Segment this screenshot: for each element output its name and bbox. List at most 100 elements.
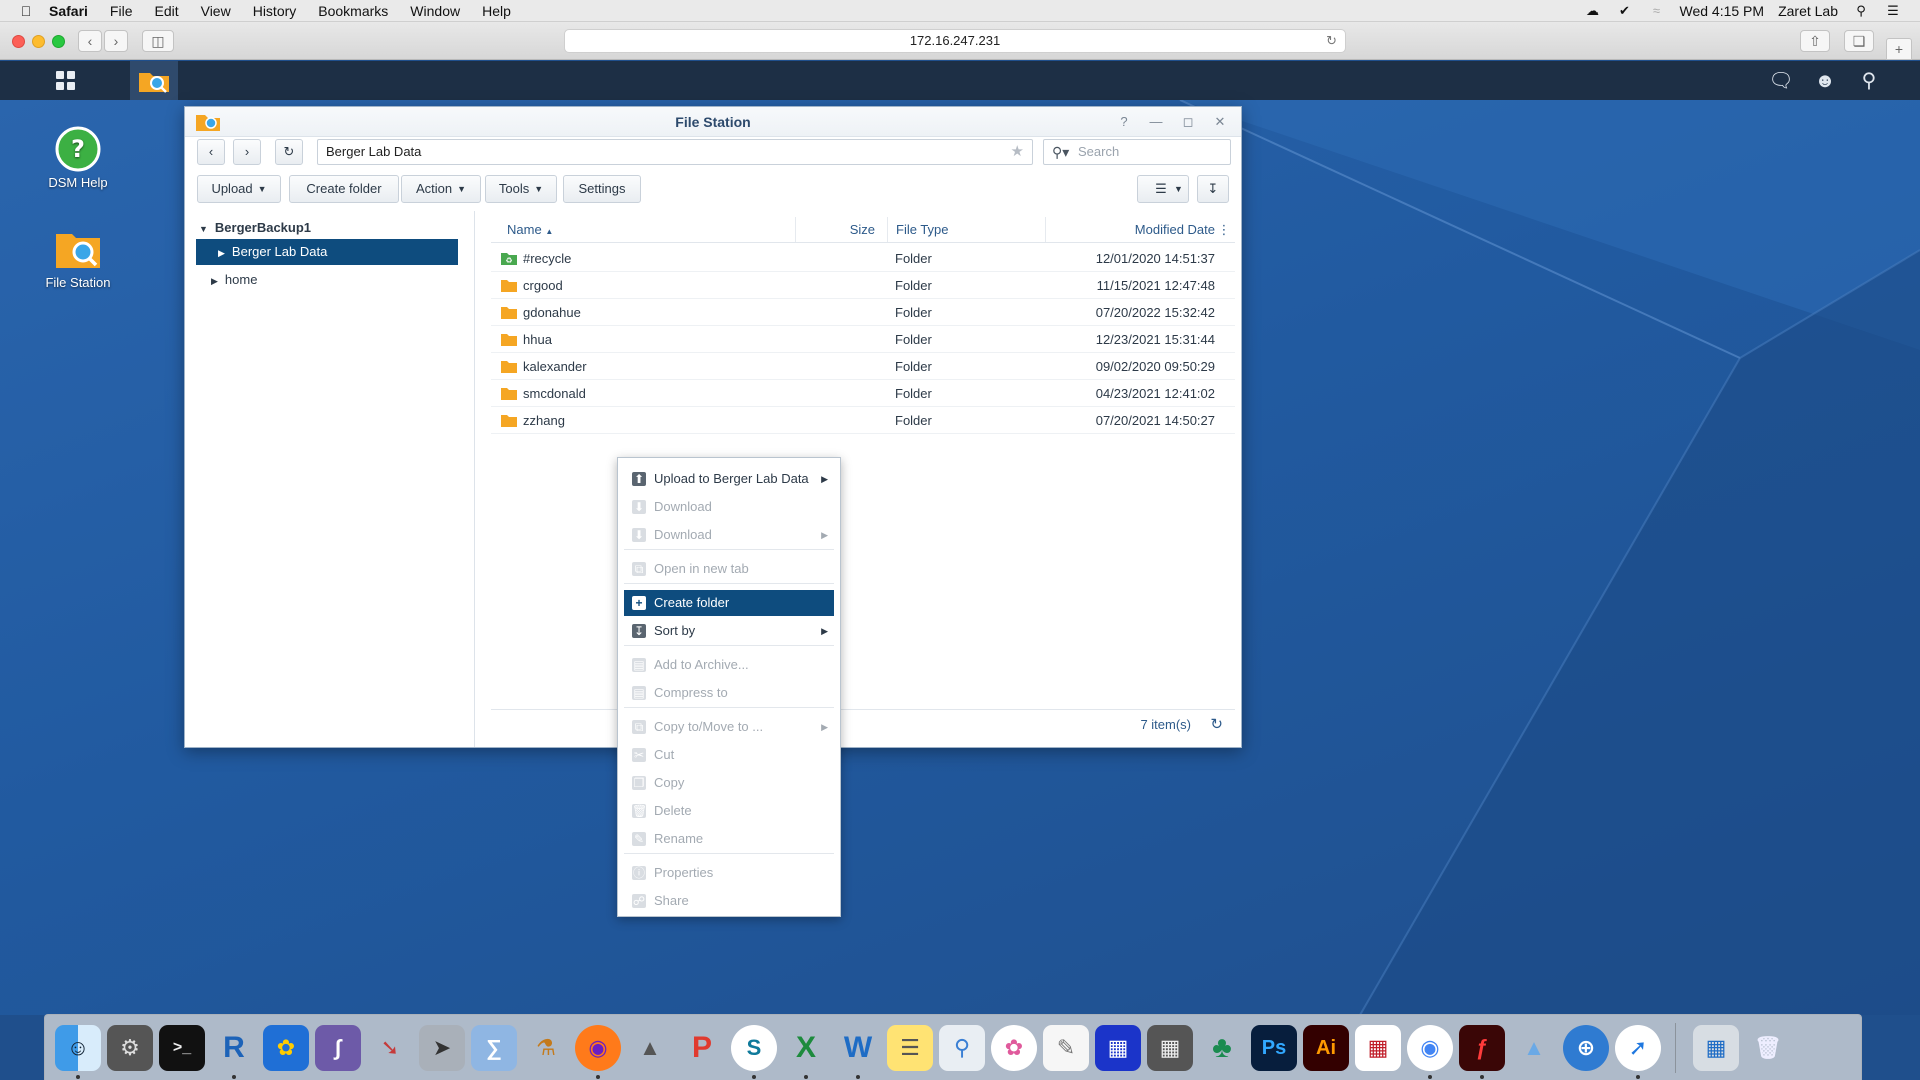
table-row[interactable]: gdonahue Folder 07/20/2022 15:32:42 (491, 299, 1235, 326)
paraview-icon[interactable]: ▲ (627, 1025, 673, 1071)
menu-file[interactable]: File (99, 3, 144, 19)
column-options-icon[interactable]: ⋮ (1217, 217, 1231, 243)
close-icon[interactable]: ✕ (1211, 113, 1229, 131)
powerpoint-alt-icon[interactable]: P (679, 1025, 725, 1071)
menu-view[interactable]: View (190, 3, 242, 19)
menu-item-download[interactable]: ⬇ Download ▶ (624, 522, 834, 548)
search-icon[interactable]: ⚲ (1856, 68, 1882, 94)
word-documents-icon[interactable]: ▦ (1693, 1025, 1739, 1071)
spotlight-search-icon[interactable]: ⚲ (1852, 3, 1870, 18)
main-menu-button[interactable] (22, 61, 112, 100)
dna-icon[interactable]: ➘ (367, 1025, 413, 1071)
network-icon[interactable]: ▦ (1095, 1025, 1141, 1071)
search-input[interactable]: ⚲▾ Search (1043, 139, 1231, 165)
desktop-icon-dsm-help[interactable]: ? DSM Help (28, 126, 128, 190)
emacs-icon[interactable]: ∫ (315, 1025, 361, 1071)
menu-item-open-in-new-tab[interactable]: ⧉ Open in new tab (624, 556, 834, 582)
chrome-icon[interactable]: ◉ (1407, 1025, 1453, 1071)
sidebar-toggle-button[interactable]: ◫ (142, 30, 174, 52)
column-header-file-type[interactable]: File Type (887, 217, 1017, 243)
tabs-overview-icon[interactable]: ❏ (1844, 30, 1874, 52)
photos-icon[interactable]: ✿ (991, 1025, 1037, 1071)
expand-arrow-icon[interactable]: ▶ (211, 276, 218, 286)
menu-item-upload-to-berger-lab-data[interactable]: ⬆ Upload to Berger Lab Data ▶ (624, 466, 834, 492)
menu-history[interactable]: History (242, 3, 308, 19)
column-header-size[interactable]: Size (795, 217, 875, 243)
refresh-icon[interactable]: ↻ (1210, 715, 1223, 733)
finder-icon[interactable]: ☺ (55, 1025, 101, 1071)
wifi-icon[interactable]: ≈ (1648, 3, 1666, 18)
table-row[interactable]: zzhang Folder 07/20/2021 14:50:27 (491, 407, 1235, 434)
window-title-bar[interactable]: File Station ? — ◻ ✕ (185, 107, 1241, 137)
menu-item-download[interactable]: ⬇ Download (624, 494, 834, 520)
notification-center-icon[interactable]: ☰ (1884, 3, 1902, 18)
r-icon[interactable]: R (211, 1025, 257, 1071)
textedit-icon[interactable]: ✎ (1043, 1025, 1089, 1071)
menu-item-delete[interactable]: 🗑 Delete (624, 798, 834, 824)
zoom-search-icon[interactable]: ⊕ (1563, 1025, 1609, 1071)
movie-editor-icon[interactable]: ▦ (1355, 1025, 1401, 1071)
terminal-icon[interactable]: >_ (159, 1025, 205, 1071)
menu-bookmarks[interactable]: Bookmarks (307, 3, 399, 19)
settings-button[interactable]: Settings (563, 175, 641, 203)
user-options-icon[interactable]: ☻ (1812, 68, 1838, 94)
menu-item-create-folder[interactable]: + Create folder (624, 590, 834, 616)
create-folder-button[interactable]: Create folder (289, 175, 399, 203)
menu-window[interactable]: Window (399, 3, 471, 19)
norton-check-icon[interactable]: ✔ (1616, 3, 1634, 18)
refresh-button[interactable]: ↻ (275, 139, 303, 165)
creative-cloud-icon[interactable]: ☁ (1584, 3, 1602, 18)
desktop-icon-file-station[interactable]: File Station (28, 226, 128, 290)
table-row[interactable]: hhua Folder 12/23/2021 15:31:44 (491, 326, 1235, 353)
system-preferences-icon[interactable]: ⚙ (107, 1025, 153, 1071)
new-tab-button[interactable]: + (1886, 38, 1912, 60)
column-header-name[interactable]: Name ▲ (507, 217, 553, 243)
menu-item-cut[interactable]: ✂ Cut (624, 742, 834, 768)
action-button[interactable]: Action ▼ (401, 175, 481, 203)
cs-icon[interactable]: S (731, 1025, 777, 1071)
menu-item-rename[interactable]: ✎ Rename (624, 826, 834, 852)
forward-button[interactable]: › (233, 139, 261, 165)
safari-icon[interactable]: ➚ (1615, 1025, 1661, 1071)
collapse-arrow-icon[interactable]: ▶ (218, 248, 225, 258)
imagej-icon[interactable]: ∑ (471, 1025, 517, 1071)
table-row[interactable]: crgood Folder 11/15/2021 12:47:48 (491, 272, 1235, 299)
tree-item-berger-lab-data[interactable]: ▶ Berger Lab Data (196, 239, 458, 265)
microscope-icon[interactable]: ⚗ (523, 1025, 569, 1071)
minimize-icon[interactable]: — (1147, 113, 1165, 131)
taskbar-file-station[interactable] (130, 61, 178, 100)
menu-item-compress-to[interactable]: ▤ Compress to (624, 680, 834, 706)
path-bar[interactable]: Berger Lab Data ★ (317, 139, 1033, 165)
sort-button[interactable]: ↧ (1197, 175, 1229, 203)
menu-item-properties[interactable]: ⓘ Properties (624, 860, 834, 886)
tools-button[interactable]: Tools ▼ (485, 175, 557, 203)
expand-arrow-icon[interactable]: ▼ (199, 224, 208, 234)
calculator-icon[interactable]: ▦ (1147, 1025, 1193, 1071)
table-row[interactable]: kalexander Folder 09/02/2020 09:50:29 (491, 353, 1235, 380)
minimize-window-button[interactable] (32, 35, 45, 48)
menu-item-copy-to-move-to[interactable]: ⧉ Copy to/Move to ... ▶ (624, 714, 834, 740)
prism-icon[interactable]: ▲ (1511, 1025, 1557, 1071)
menu-item-sort-by[interactable]: ↧ Sort by ▶ (624, 618, 834, 644)
address-bar[interactable]: 172.16.247.231 ↻ (564, 29, 1346, 53)
notification-chat-icon[interactable]: 🗨 (1768, 68, 1794, 94)
back-button[interactable]: ‹ (78, 30, 102, 52)
forward-button[interactable]: › (104, 30, 128, 52)
apple-menu-icon[interactable]:  (14, 3, 38, 19)
flash-icon[interactable]: ƒ (1459, 1025, 1505, 1071)
menu-user[interactable]: Zaret Lab (1778, 3, 1838, 19)
menu-clock[interactable]: Wed 4:15 PM (1680, 3, 1765, 19)
illustrator-icon[interactable]: Ai (1303, 1025, 1349, 1071)
fiji-icon[interactable]: ✿ (263, 1025, 309, 1071)
maps-icon[interactable]: ⚲ (939, 1025, 985, 1071)
reload-icon[interactable]: ↻ (1326, 30, 1337, 52)
help-icon[interactable]: ? (1115, 113, 1133, 131)
firefox-icon[interactable]: ◉ (575, 1025, 621, 1071)
notes-icon[interactable]: ☰ (887, 1025, 933, 1071)
menu-item-share[interactable]: ☍ Share (624, 888, 834, 914)
zoom-window-button[interactable] (52, 35, 65, 48)
close-window-button[interactable] (12, 35, 25, 48)
photoshop-icon[interactable]: Ps (1251, 1025, 1297, 1071)
menu-edit[interactable]: Edit (143, 3, 189, 19)
tree-item-root[interactable]: ▼ BergerBackup1 (199, 215, 311, 241)
